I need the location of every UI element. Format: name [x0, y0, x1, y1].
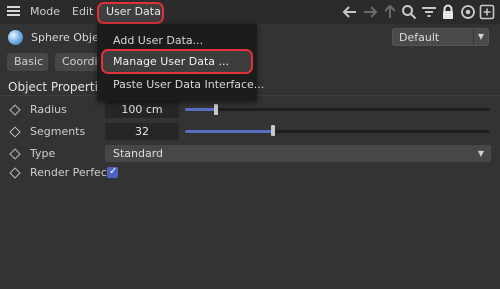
- segments-input[interactable]: 32: [105, 123, 179, 140]
- animate-diamond-icon[interactable]: [9, 148, 21, 160]
- search-icon[interactable]: [401, 4, 417, 20]
- radius-slider-track[interactable]: [185, 108, 490, 111]
- chevron-down-icon[interactable]: ▼: [476, 30, 486, 44]
- menu-item-add-user-data[interactable]: Add User Data...: [113, 34, 203, 48]
- hamburger-menu-icon[interactable]: [7, 6, 20, 17]
- menu-edit[interactable]: Edit: [72, 5, 93, 19]
- radius-input[interactable]: 100 cm: [105, 101, 179, 118]
- animate-diamond-icon[interactable]: [9, 167, 21, 179]
- type-dropdown-value: Standard: [113, 147, 164, 160]
- add-window-icon[interactable]: [479, 4, 495, 20]
- animate-diamond-icon[interactable]: [9, 126, 21, 138]
- menu-item-paste-user-data-interface[interactable]: Paste User Data Interface...: [113, 78, 264, 92]
- segments-slider-fill: [185, 130, 273, 133]
- type-label: Type: [30, 147, 56, 160]
- menu-mode[interactable]: Mode: [30, 5, 60, 19]
- radius-slider-thumb[interactable]: [214, 104, 218, 115]
- tab-basic-label: Basic: [14, 55, 44, 68]
- arrow-up-icon[interactable]: [382, 4, 398, 20]
- mode-dropdown-separator: [473, 29, 474, 45]
- menu-item-manage-user-data[interactable]: Manage User Data ...: [113, 55, 229, 69]
- radius-label: Radius: [30, 103, 67, 116]
- mode-dropdown-value: Default: [399, 31, 440, 44]
- render-perfect-checkbox[interactable]: ✓: [107, 166, 118, 178]
- radius-slider-fill: [185, 108, 216, 111]
- render-perfect-label: Render Perfect: [30, 166, 112, 179]
- filter-icon[interactable]: [421, 4, 437, 20]
- arrow-left-icon[interactable]: [342, 4, 358, 20]
- segments-label: Segments: [30, 125, 86, 138]
- animate-diamond-icon[interactable]: [9, 104, 21, 116]
- lock-icon[interactable]: [440, 4, 456, 20]
- checkmark-icon: ✓: [109, 166, 118, 177]
- arrow-right-icon[interactable]: [362, 4, 378, 20]
- menu-user-data[interactable]: User Data: [106, 5, 161, 19]
- target-icon[interactable]: [460, 4, 476, 20]
- sphere-icon: [8, 30, 23, 45]
- section-title: Object Properties: [8, 80, 112, 94]
- chevron-down-icon[interactable]: ▼: [476, 147, 486, 161]
- segments-slider-thumb[interactable]: [271, 125, 275, 136]
